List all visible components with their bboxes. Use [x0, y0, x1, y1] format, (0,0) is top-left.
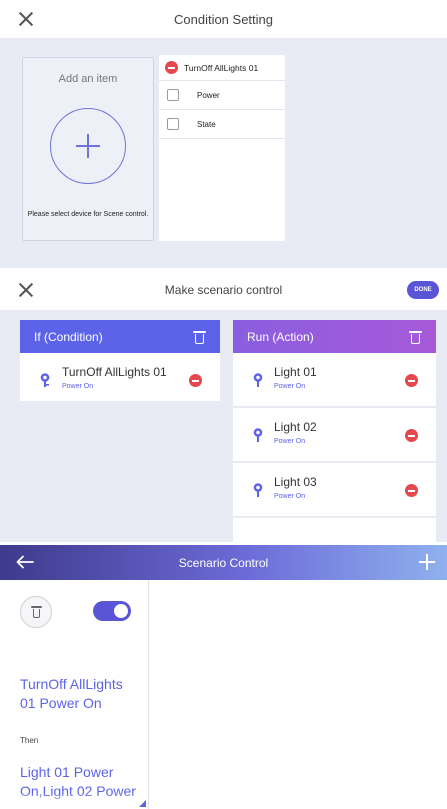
scenario-condition-text: TurnOff AllLights 01 Power On [20, 676, 123, 711]
action-item[interactable]: Light 03 Power On [233, 463, 436, 518]
select-device-hint: Please select device for Scene control. [27, 211, 149, 218]
close-icon[interactable] [18, 11, 34, 27]
condition-setting-screen: Condition Setting Add an item Please sel… [0, 0, 447, 268]
action-item-name: Light 01 [274, 365, 317, 379]
action-item-partial[interactable] [233, 518, 436, 542]
action-item-name: Light 03 [274, 475, 317, 489]
remove-condition-icon[interactable] [189, 374, 202, 387]
make-scenario-screen: Make scenario control DONE If (Condition… [0, 270, 447, 542]
scenario-control-screen: Scenario Control TurnOff AllLights 01 Po… [0, 545, 447, 809]
light-pin-icon [253, 428, 263, 442]
run-action-title: Run (Action) [247, 329, 314, 344]
add-item-label: Add an item [58, 73, 118, 85]
page-title: Make scenario control [164, 283, 283, 297]
option-label-power: Power [197, 90, 220, 100]
scenario-control-header: Scenario Control [0, 545, 447, 580]
if-condition-header: If (Condition) [20, 320, 220, 353]
remove-action-icon[interactable] [405, 374, 418, 387]
done-button[interactable]: DONE [407, 281, 439, 299]
trash-icon [31, 606, 42, 619]
action-item[interactable]: Light 01 Power On [233, 353, 436, 408]
option-row-state[interactable]: State [159, 110, 285, 139]
action-item[interactable]: Light 02 Power On [233, 408, 436, 463]
delete-scenario-button[interactable] [20, 596, 52, 628]
device-pin-icon [40, 373, 50, 387]
light-pin-icon [253, 483, 263, 497]
condition-setting-header: Condition Setting [0, 0, 447, 38]
condition-item-status: Power On [62, 383, 94, 390]
page-title: Scenario Control [178, 555, 269, 570]
action-item-name: Light 02 [274, 420, 317, 434]
text-fade [20, 793, 142, 807]
scenario-card[interactable]: TurnOff AllLights 01 Power On Then Light… [0, 580, 149, 809]
trash-icon[interactable] [409, 330, 422, 344]
back-arrow-icon[interactable] [16, 555, 34, 569]
remove-action-icon[interactable] [405, 484, 418, 497]
scenario-toggle[interactable] [93, 601, 131, 621]
condition-item-name: TurnOff AllLights 01 [62, 365, 167, 379]
add-icon[interactable] [419, 554, 435, 570]
page-title: Condition Setting [173, 11, 273, 27]
condition-item[interactable]: TurnOff AllLights 01 Power On [20, 353, 220, 403]
remove-condition-icon[interactable] [165, 61, 178, 74]
condition-options-list: TurnOff AllLights 01 Power State [159, 55, 285, 241]
add-item-button[interactable] [50, 108, 126, 184]
action-item-status: Power On [274, 493, 306, 500]
if-condition-title: If (Condition) [34, 329, 103, 344]
power-checkbox[interactable] [167, 89, 179, 101]
corner-indicator-icon [139, 800, 146, 807]
selected-condition-row: TurnOff AllLights 01 [159, 55, 285, 81]
selected-condition-label: TurnOff AllLights 01 [184, 62, 259, 73]
add-item-card: Add an item Please select device for Sce… [22, 57, 154, 241]
light-pin-icon [253, 373, 263, 387]
then-label: Then [20, 736, 39, 745]
option-row-power[interactable]: Power [159, 81, 285, 110]
action-item-status: Power On [274, 383, 306, 390]
action-item-status: Power On [274, 438, 306, 445]
remove-action-icon[interactable] [405, 429, 418, 442]
run-action-header: Run (Action) [233, 320, 436, 353]
if-condition-column: If (Condition) TurnOff AllLights 01 Powe… [20, 320, 220, 403]
app-root: Condition Setting Add an item Please sel… [0, 0, 447, 809]
close-icon[interactable] [18, 282, 34, 298]
trash-icon[interactable] [193, 330, 206, 344]
state-checkbox[interactable] [167, 118, 179, 130]
run-action-column: Run (Action) Light 01 Power On Light 02 … [233, 320, 436, 542]
make-scenario-header: Make scenario control DONE [0, 270, 447, 310]
option-label-state: State [197, 119, 216, 129]
